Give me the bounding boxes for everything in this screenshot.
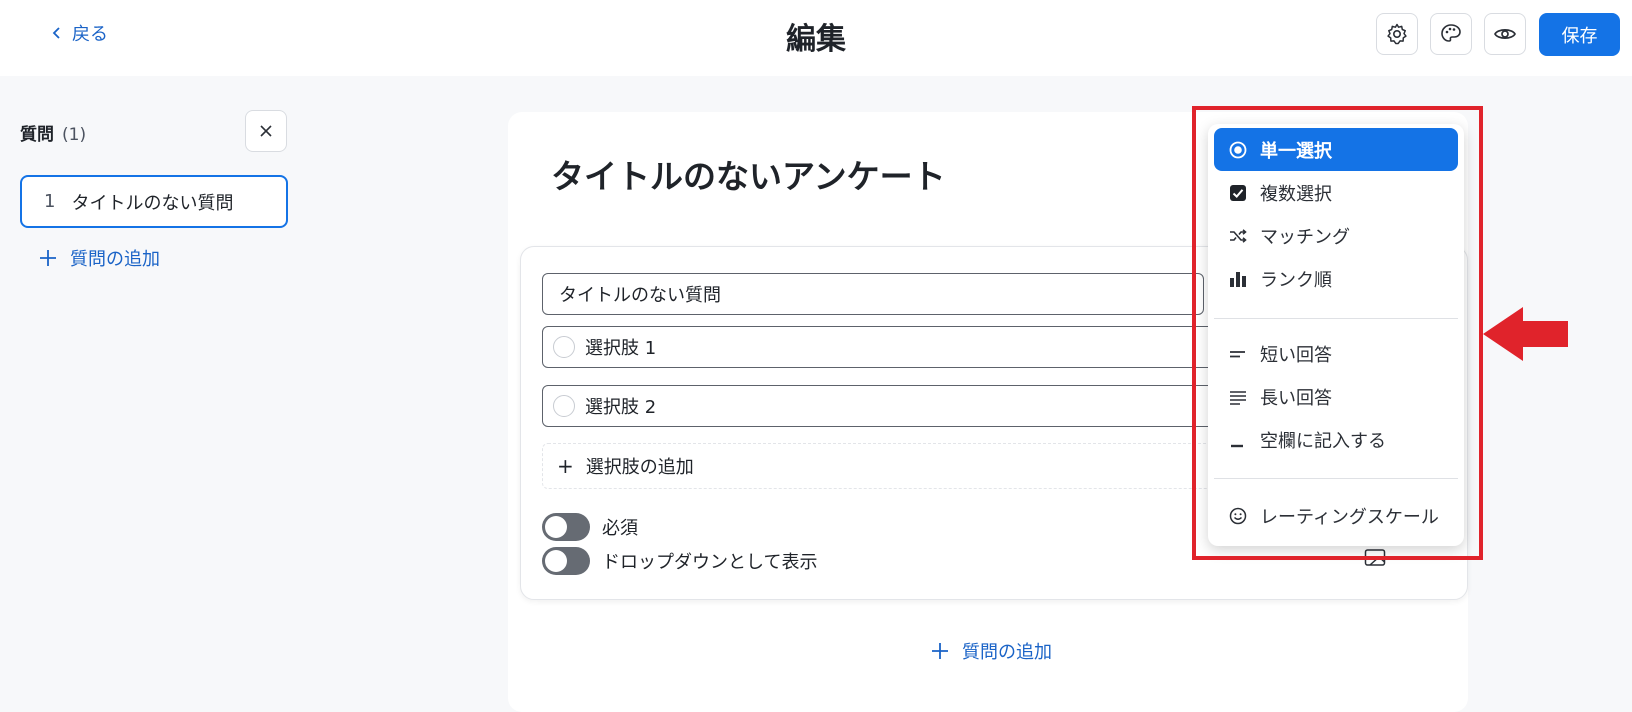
palette-icon	[1441, 24, 1461, 42]
required-toggle[interactable]	[542, 513, 590, 541]
annotation-arrow-icon	[1483, 307, 1568, 361]
question-title-input[interactable]: タイトルのない質問	[542, 273, 1204, 315]
required-label: 必須	[602, 518, 638, 539]
sidebar-add-question-label: 質問の追加	[70, 249, 160, 270]
survey-title[interactable]: タイトルのないアンケート	[551, 150, 946, 198]
add-question-button[interactable]: 質問の追加	[930, 638, 1052, 664]
annotation-highlight-box	[1192, 106, 1483, 560]
save-button[interactable]: 保存	[1539, 13, 1620, 56]
plus-icon: +	[557, 454, 574, 478]
preview-button[interactable]	[1484, 13, 1526, 55]
questions-count: (1)	[62, 125, 87, 145]
radio-icon	[553, 336, 575, 358]
option-label: 選択肢 2	[585, 397, 657, 418]
plus-icon	[932, 643, 948, 659]
radio-icon	[553, 395, 575, 417]
option-label: 選択肢 1	[585, 338, 657, 359]
questions-heading: 質問 (1)	[20, 120, 86, 145]
theme-button[interactable]	[1430, 13, 1472, 55]
settings-button[interactable]	[1376, 13, 1418, 55]
dropdown-toggle-row: ドロップダウンとして表示	[542, 547, 817, 575]
sidebar-question-item[interactable]: 1 タイトルのない質問	[20, 175, 288, 228]
dropdown-toggle[interactable]	[542, 547, 590, 575]
question-number: 1	[44, 191, 56, 212]
sidebar-add-question-button[interactable]: 質問の追加	[38, 245, 160, 271]
gear-icon	[1387, 23, 1407, 45]
questions-heading-label: 質問	[20, 125, 54, 145]
add-option-label: 選択肢の追加	[585, 457, 694, 478]
close-icon	[260, 125, 272, 137]
close-sidebar-button[interactable]	[245, 110, 287, 152]
add-question-label: 質問の追加	[962, 642, 1052, 663]
eye-icon	[1494, 29, 1516, 39]
question-label: タイトルのない質問	[71, 192, 234, 214]
dropdown-label: ドロップダウンとして表示	[602, 552, 818, 573]
required-toggle-row: 必須	[542, 513, 638, 541]
plus-icon	[40, 250, 56, 266]
